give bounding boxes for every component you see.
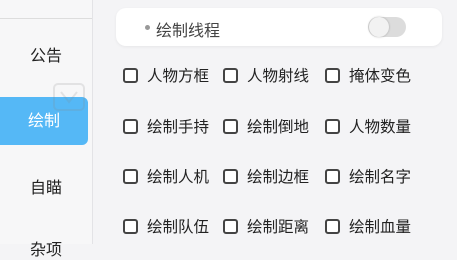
checkbox[interactable]: [223, 67, 238, 83]
checkbox[interactable]: [123, 168, 138, 184]
sidebar-item-label: 绘制: [27, 111, 60, 130]
sidebar-item-label: 自瞄: [29, 178, 62, 197]
option-draw-border[interactable]: 绘制边框: [223, 165, 309, 187]
checkbox[interactable]: [325, 118, 340, 134]
checkbox[interactable]: [123, 218, 138, 234]
option-label: 绘制人机: [147, 168, 210, 186]
draw-thread-card: 绘制线程: [116, 8, 442, 46]
watermark-icon: [53, 83, 85, 111]
option-player-ray[interactable]: 人物射线: [223, 64, 309, 86]
option-player-count[interactable]: 人物数量: [325, 115, 411, 137]
option-draw-health[interactable]: 绘制血量: [325, 215, 411, 237]
sidebar-item-misc[interactable]: 杂项: [0, 236, 92, 260]
draw-thread-toggle[interactable]: [368, 17, 406, 37]
option-label: 绘制倒地: [247, 118, 310, 136]
option-draw-distance[interactable]: 绘制距离: [223, 215, 309, 237]
option-label: 绘制距离: [247, 218, 310, 236]
option-label: 绘制边框: [247, 168, 310, 186]
option-label: 人物射线: [247, 67, 310, 85]
option-label: 绘制手持: [147, 118, 210, 136]
option-label: 人物数量: [349, 118, 412, 136]
option-draw-team[interactable]: 绘制队伍: [123, 215, 209, 237]
sidebar-item-label: 公告: [29, 46, 62, 65]
checkbox[interactable]: [325, 67, 340, 83]
sidebar-top-bar: [0, 0, 92, 19]
option-draw-held[interactable]: 绘制手持: [123, 115, 209, 137]
checkbox[interactable]: [223, 118, 238, 134]
option-label: 绘制血量: [349, 218, 412, 236]
option-draw-name[interactable]: 绘制名字: [325, 165, 411, 187]
option-label: 绘制名字: [349, 168, 412, 186]
option-label: 人物方框: [147, 67, 210, 85]
checkbox[interactable]: [325, 218, 340, 234]
draw-thread-label: 绘制线程: [156, 21, 221, 40]
checkbox[interactable]: [223, 168, 238, 184]
checkbox[interactable]: [123, 118, 138, 134]
sidebar-item-aim[interactable]: 自瞄: [0, 174, 92, 198]
checkbox[interactable]: [223, 218, 238, 234]
checkbox[interactable]: [325, 168, 340, 184]
option-player-box[interactable]: 人物方框: [123, 64, 209, 86]
option-label: 绘制队伍: [147, 218, 210, 236]
toggle-knob: [369, 17, 389, 37]
checkbox[interactable]: [123, 67, 138, 83]
sidebar-divider: [92, 0, 93, 244]
bullet-icon: [145, 25, 150, 30]
option-draw-downed[interactable]: 绘制倒地: [223, 115, 309, 137]
sidebar: 公告 绘制 自瞄 杂项: [0, 0, 92, 259]
sidebar-item-label: 杂项: [29, 240, 62, 259]
sidebar-item-announcement[interactable]: 公告: [0, 42, 92, 66]
option-draw-bots[interactable]: 绘制人机: [123, 165, 209, 187]
option-label: 掩体变色: [349, 67, 412, 85]
option-cover-color[interactable]: 掩体变色: [325, 64, 411, 86]
